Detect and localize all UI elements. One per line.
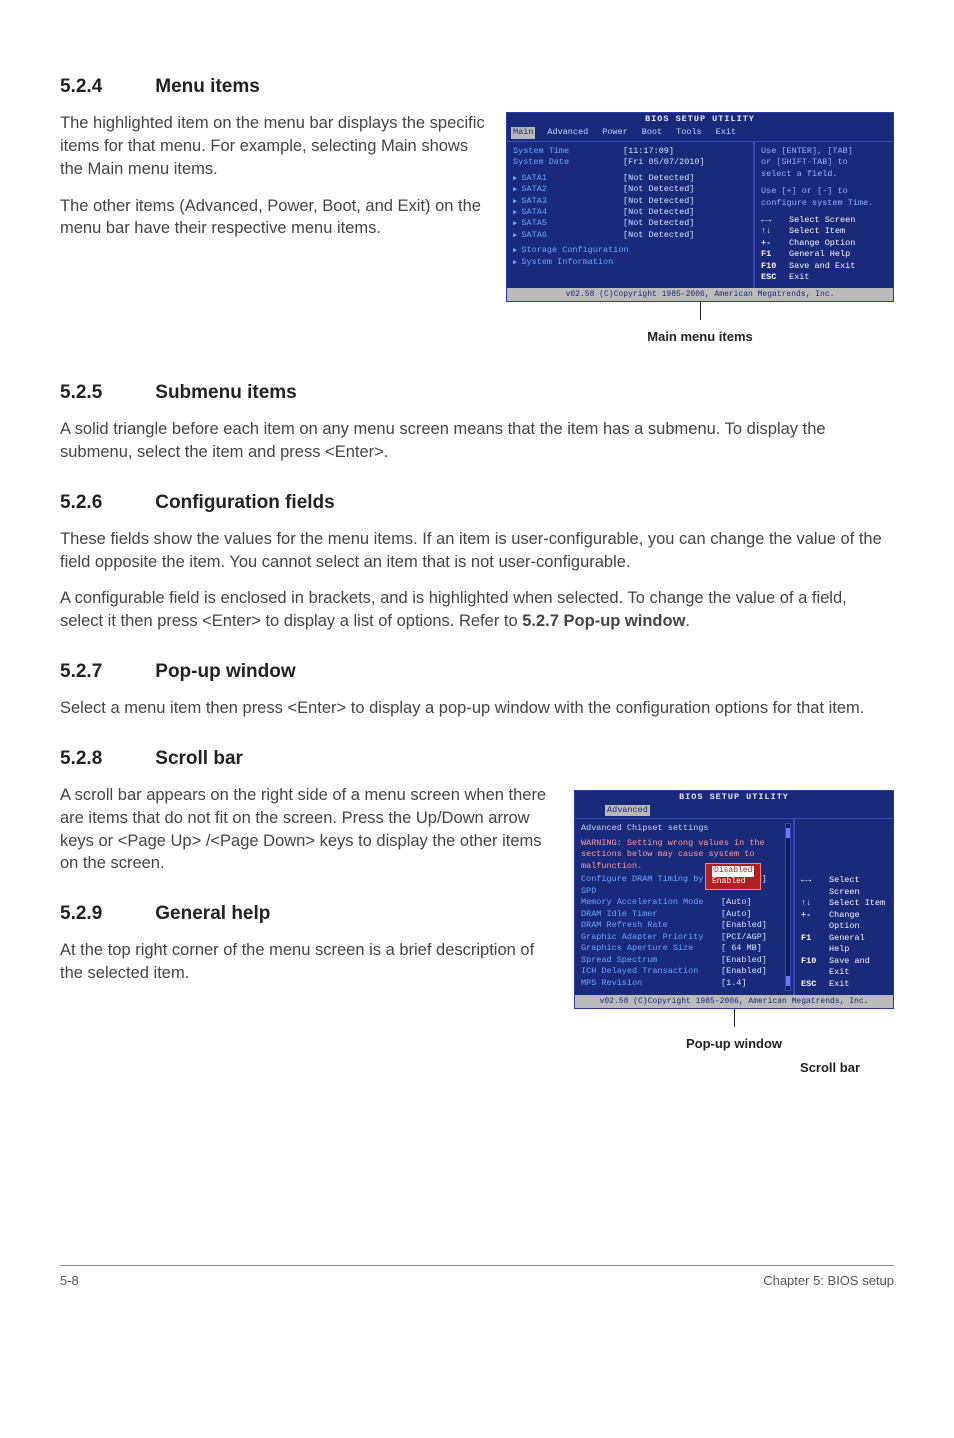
bios1-row-sysdate[interactable]: System Date [Fri 05/07/2010] [513,157,747,168]
bios1-left-pane: System Time [11:17:09] System Date [Fri … [507,142,753,288]
bios1-help1: Use [ENTER], [TAB] [761,146,887,157]
bios1-help2: or [SHIFT-TAB] to [761,157,887,168]
scrollbar-thumb-bottom [786,976,790,986]
heading-527: 5.2.7 Pop-up window [60,659,894,685]
bios1-tab-boot[interactable]: Boot [640,127,664,139]
caption-line-popup [734,1009,735,1027]
bios1-sata6[interactable]: SATA6[Not Detected] [513,230,747,241]
bios1-sysdate-val: [Fri 05/07/2010] [623,157,705,168]
footer-chapter: Chapter 5: BIOS setup [763,1272,894,1290]
bios2-menubar: Advanced [575,805,893,819]
bios1-row-systime[interactable]: System Time [11:17:09] [513,146,747,157]
bios1-sysdate-label: System Date [513,157,623,168]
bios-window-1: BIOS SETUP UTILITY Main Advanced Power B… [506,112,894,302]
bios2-caption-scroll: Scroll bar [574,1059,894,1077]
bios-window-2: BIOS SETUP UTILITY Advanced Advanced Chi… [574,790,894,1009]
caption-connector-line [700,302,701,320]
bios1-tab-advanced[interactable]: Advanced [545,127,590,139]
popup-opt-disabled[interactable]: Disabled [712,866,754,876]
heading-524: 5.2.4 Menu items [60,74,894,100]
bios-screenshot-2-wrap: BIOS SETUP UTILITY Advanced Advanced Chi… [574,790,894,1077]
bios1-sata2[interactable]: SATA2[Not Detected] [513,184,747,195]
bios1-navhelp: ←→Select Screen ↑↓Select Item +-Change O… [761,215,887,284]
heading-526: 5.2.6 Configuration fields [60,490,894,516]
bios2-heading: Advanced Chipset settings [581,823,779,834]
bios1-right-pane: Use [ENTER], [TAB] or [SHIFT-TAB] to sel… [753,142,893,288]
bios2-tab-advanced[interactable]: Advanced [605,805,650,817]
bios1-sata3[interactable]: SATA3[Not Detected] [513,196,747,207]
heading-528: 5.2.8 Scroll bar [60,746,894,772]
bios2-caption-block: Pop-up window Scroll bar [574,1009,894,1077]
footer-page-num: 5-8 [60,1272,79,1290]
bios2-row-5[interactable]: Graphics Aperture Size[ 64 MB] [581,943,779,954]
bios1-titlebar: BIOS SETUP UTILITY [507,113,893,127]
page-footer: 5-8 Chapter 5: BIOS setup [60,1265,894,1290]
bios1-body: System Time [11:17:09] System Date [Fri … [507,141,893,288]
p-526-2: A configurable field is enclosed in brac… [60,587,894,633]
bios2-body: Advanced Chipset settings WARNING: Setti… [575,818,893,995]
bios1-help5: configure system Time. [761,198,887,209]
bios1-sysinfo[interactable]: System Information [513,257,747,268]
bios2-row-8[interactable]: MPS Revision[1.4] [581,978,779,989]
secnum-524: 5.2.4 [60,74,150,100]
bios2-row-2[interactable]: DRAM Idle Timer[Auto] [581,909,779,920]
bios1-help3: select a field. [761,169,887,180]
bios1-tab-power[interactable]: Power [600,127,630,139]
bios2-navhelp: ←→Select Screen ↑↓Select Item +-Change O… [801,875,887,990]
bios1-systime-label: System Time [513,146,623,157]
bios1-tab-main[interactable]: Main [511,127,535,139]
bios2-scrollbar[interactable] [785,823,791,991]
p-526-1: These fields show the values for the men… [60,528,894,574]
bios2-titlebar: BIOS SETUP UTILITY [575,791,893,805]
bios-screenshot-1-wrap: BIOS SETUP UTILITY Main Advanced Power B… [506,112,894,346]
bios2-left-pane: Advanced Chipset settings WARNING: Setti… [575,819,793,995]
bios1-menubar: Main Advanced Power Boot Tools Exit [507,127,893,141]
bios2-copyright: v02.58 (C)Copyright 1985-2006, American … [575,995,893,1008]
bios1-tab-tools[interactable]: Tools [674,127,704,139]
bios2-row-7[interactable]: ICH Delayed Transaction[Enabled] [581,966,779,977]
bios2-right-pane: ←→Select Screen ↑↓Select Item +-Change O… [793,819,893,995]
bios2-popup[interactable]: Disabled Enabled [705,863,761,890]
sectitle-524: Menu items [155,76,260,97]
popup-opt-enabled[interactable]: Enabled [712,877,754,887]
bios1-sata5[interactable]: SATA5[Not Detected] [513,218,747,229]
bios1-copyright: v02.58 (C)Copyright 1985-2006, American … [507,288,893,301]
p-527: Select a menu item then press <Enter> to… [60,697,894,720]
heading-525: 5.2.5 Submenu items [60,380,894,406]
p-525: A solid triangle before each item on any… [60,418,894,464]
bios1-caption: Main menu items [506,328,894,346]
bios1-systime-val: [11:17:09] [623,146,674,157]
bios1-storageconfig[interactable]: Storage Configuration [513,245,747,256]
bios2-row-3[interactable]: DRAM Refresh Rate[Enabled] [581,920,779,931]
bios2-row-4[interactable]: Graphic Adapter Priority[PCI/AGP] [581,932,779,943]
bios1-sata4[interactable]: SATA4[Not Detected] [513,207,747,218]
scrollbar-thumb-top [786,828,790,838]
bios2-caption-popup: Pop-up window [574,1035,894,1053]
bios1-sata1[interactable]: SATA1[Not Detected] [513,173,747,184]
bios2-row-6[interactable]: Spread Spectrum[Enabled] [581,955,779,966]
bios1-tab-exit[interactable]: Exit [714,127,738,139]
bios1-help4: Use [+] or [-] to [761,186,887,197]
bios2-row-1[interactable]: Memory Acceleration Mode[Auto] [581,897,779,908]
